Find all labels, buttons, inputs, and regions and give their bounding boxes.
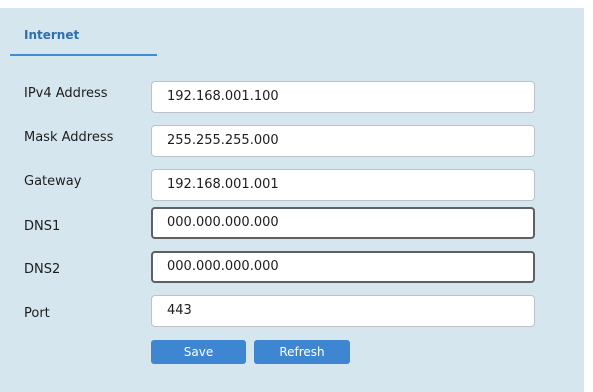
tab-internet-label: Internet (24, 28, 80, 42)
gateway-label: Gateway (24, 174, 82, 189)
tab-internet[interactable]: Internet (10, 26, 157, 56)
save-button[interactable]: Save (151, 340, 246, 364)
internet-settings-panel: Internet IPv4 Address 192.168.001.100 Ma… (0, 8, 584, 392)
mask-address-field[interactable]: 255.255.255.000 (151, 125, 535, 157)
dns2-label: DNS2 (24, 262, 61, 277)
ipv4-address-field[interactable]: 192.168.001.100 (151, 81, 535, 113)
mask-address-label: Mask Address (24, 130, 114, 145)
dns1-field[interactable]: 000.000.000.000 (151, 207, 535, 239)
dns1-label: DNS1 (24, 219, 61, 234)
port-label: Port (24, 306, 50, 321)
ipv4-address-label: IPv4 Address (24, 86, 108, 101)
port-field[interactable]: 443 (151, 295, 535, 327)
refresh-button[interactable]: Refresh (254, 340, 350, 364)
dns2-field[interactable]: 000.000.000.000 (151, 251, 535, 283)
gateway-field[interactable]: 192.168.001.001 (151, 169, 535, 201)
